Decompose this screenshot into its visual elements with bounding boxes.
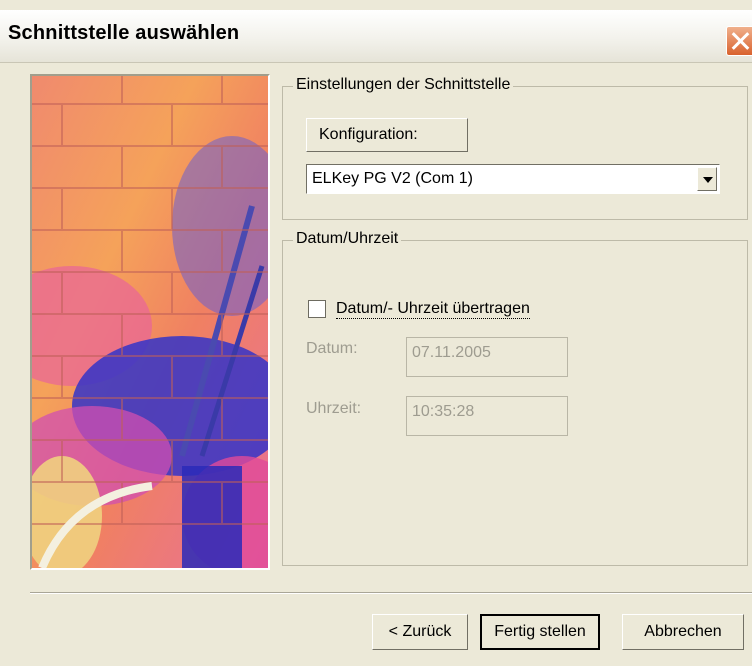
date-label: Datum: (306, 340, 358, 357)
back-button[interactable]: < Zurück (372, 614, 468, 650)
datetime-legend: Datum/Uhrzeit (293, 230, 402, 248)
interface-select-value: ELKey PG V2 (Com 1) (312, 170, 473, 187)
time-field: 10:35:28 (406, 396, 568, 436)
interface-settings-legend: Einstellungen der Schnittstelle (293, 76, 514, 94)
date-field: 07.11.2005 (406, 337, 568, 377)
chevron-down-icon[interactable] (697, 167, 717, 191)
time-label: Uhrzeit: (306, 400, 362, 417)
transfer-datetime-label[interactable]: Datum/- Uhrzeit übertragen (336, 300, 530, 319)
transfer-datetime-checkbox[interactable] (308, 300, 326, 318)
interface-select[interactable]: ELKey PG V2 (Com 1) (306, 164, 720, 194)
title-bar: Schnittstelle auswählen (0, 10, 752, 63)
finish-button[interactable]: Fertig stellen (480, 614, 600, 650)
footer-separator (30, 592, 752, 594)
wizard-graffiti-image (30, 74, 270, 570)
close-icon[interactable] (726, 26, 752, 56)
cancel-button[interactable]: Abbrechen (622, 614, 744, 650)
configuration-button[interactable]: Konfiguration: (306, 118, 468, 152)
window-title: Schnittstelle auswählen (8, 22, 240, 44)
interface-settings-group: Einstellungen der Schnittstelle (282, 76, 748, 220)
